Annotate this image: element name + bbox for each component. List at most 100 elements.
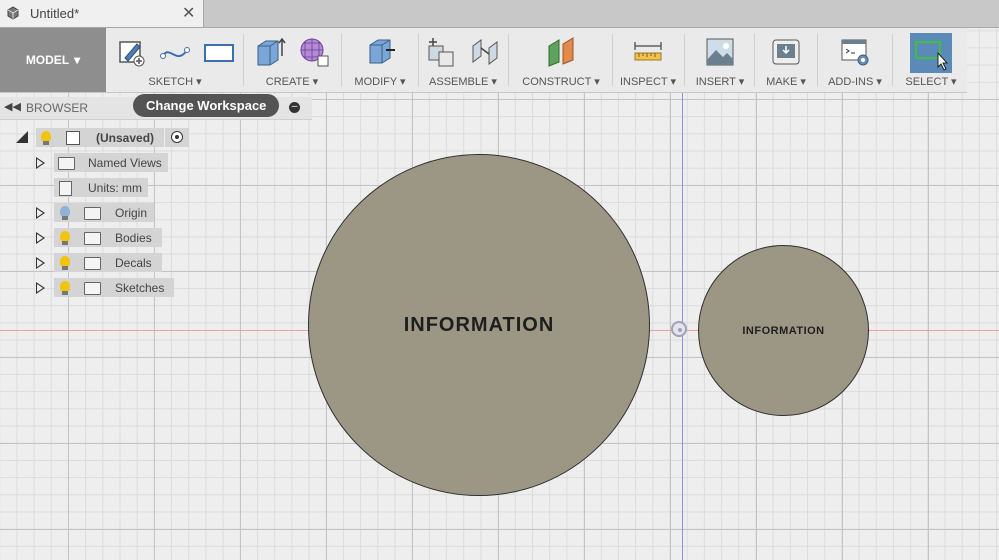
expand-named-views-icon[interactable] [36,157,45,169]
toolbar-separator [612,34,613,86]
toolbar-separator [243,34,244,86]
inspect-group: INSPECT ▾ [615,28,681,92]
browser-root-node[interactable]: (Unsaved) [36,128,164,147]
press-pull-icon[interactable] [364,36,396,68]
create-group: CREATE ▾ [246,28,338,92]
insert-image-icon[interactable] [704,36,736,68]
new-component-icon[interactable] [425,36,457,68]
make-menu-button[interactable]: MAKE ▾ [757,75,815,88]
workspace-switcher-button[interactable]: MODEL ▾ [0,28,106,92]
create-label: CREATE [265,76,310,88]
small-disk-text: INFORMATION [742,324,825,337]
construct-label: CONSTRUCT [522,76,592,88]
modify-label: MODIFY [354,76,397,88]
browser-node-units[interactable]: Units: mm [54,178,148,197]
node-label: Sketches [115,281,165,295]
construct-menu-button[interactable]: CONSTRUCT ▾ [511,75,611,88]
sketch-label: SKETCH [148,76,194,88]
folder-icon [84,232,101,245]
sketch-menu-button[interactable]: SKETCH ▾ [110,75,240,88]
offset-plane-icon[interactable] [545,36,577,68]
browser-node-origin[interactable]: Origin [54,203,154,222]
expand-origin-icon[interactable] [36,207,45,219]
root-label: (Unsaved) [96,131,155,145]
add-ins-group: ADD-INS ▾ [820,28,890,92]
insert-group: INSERT ▾ [688,28,752,92]
joint-icon[interactable] [469,36,501,68]
select-icon[interactable] [910,33,952,73]
collapse-root-icon[interactable] [16,131,28,143]
visibility-bulb-off-icon[interactable] [60,206,70,220]
change-workspace-tooltip: Change Workspace [133,94,280,117]
large-disk-text: INFORMATION [403,313,555,336]
create-menu-button[interactable]: CREATE ▾ [246,75,338,88]
create-sketch-icon[interactable] [115,36,147,68]
select-menu-button[interactable]: SELECT ▾ [896,75,966,88]
node-label: Origin [115,206,148,220]
component-icon [66,131,80,145]
inspect-menu-button[interactable]: INSPECT ▾ [615,75,681,88]
extrude-icon[interactable] [254,36,286,68]
units-document-icon [59,181,72,196]
document-title: Untitled* [30,6,80,21]
inspect-label: INSPECT [619,76,668,88]
construct-group: CONSTRUCT ▾ [511,28,611,92]
toolbar-separator [684,34,685,86]
add-ins-menu-button[interactable]: ADD-INS ▾ [820,75,890,88]
folder-icon [84,257,101,270]
browser-node-sketches[interactable]: Sketches [54,278,174,297]
folder-icon [84,282,101,295]
insert-menu-button[interactable]: INSERT ▾ [688,75,752,88]
node-label: Decals [115,256,152,270]
node-label: Named Views [88,156,162,170]
visibility-bulb-icon[interactable] [60,281,70,295]
visibility-bulb-icon[interactable] [60,256,70,270]
node-label: Bodies [115,231,152,245]
workspace-label: MODEL [25,53,70,67]
document-icon [7,6,19,20]
minimize-browser-icon[interactable]: – [289,102,300,113]
z-axis-line [682,25,683,560]
scripts-addins-icon[interactable] [839,36,871,68]
insert-label: INSERT [695,76,736,88]
browser-title: BROWSER [26,101,89,115]
toolbar-separator [892,34,893,86]
main-toolbar: MODEL ▾ SKETCH ▾ CREATE ▾ MODIFY ▾ ASSEM… [0,28,967,93]
document-tab-bar: Untitled* ✕ [0,0,999,28]
assemble-label: ASSEMBLE [429,76,489,88]
rectangle-sketch-icon[interactable] [203,36,235,68]
modify-menu-button[interactable]: MODIFY ▾ [344,75,416,88]
origin-point-icon[interactable] [671,321,687,337]
browser-node-bodies[interactable]: Bodies [54,228,162,247]
small-disk-body[interactable]: INFORMATION [698,245,869,416]
visibility-bulb-icon[interactable] [60,231,70,245]
assemble-menu-button[interactable]: ASSEMBLE ▾ [421,75,505,88]
sketch-group: SKETCH ▾ [110,28,240,92]
folder-icon [58,157,75,170]
browser-node-named-views[interactable]: Named Views [54,153,168,172]
activate-radio-icon[interactable] [165,128,189,147]
spline-icon[interactable] [159,36,191,68]
make-label: MAKE [766,76,798,88]
document-tab[interactable]: Untitled* ✕ [0,0,204,27]
toolbar-separator [754,34,755,86]
toolbar-separator [341,34,342,86]
browser-node-decals[interactable]: Decals [54,253,162,272]
expand-sketches-icon[interactable] [36,282,45,294]
expand-bodies-icon[interactable] [36,232,45,244]
folder-icon [84,207,101,220]
collapse-browser-icon[interactable]: ◀◀ [4,100,21,113]
measure-icon[interactable] [632,36,664,68]
select-group: SELECT ▾ [896,28,966,92]
3d-print-icon[interactable] [770,36,802,68]
visibility-bulb-icon[interactable] [41,131,51,145]
close-tab-icon[interactable]: ✕ [182,3,195,23]
form-icon[interactable] [298,36,330,68]
large-disk-body[interactable]: INFORMATION [308,154,650,496]
make-group: MAKE ▾ [757,28,815,92]
assemble-group: ASSEMBLE ▾ [421,28,505,92]
expand-decals-icon[interactable] [36,257,45,269]
toolbar-separator [817,34,818,86]
node-label: Units: mm [88,181,142,195]
chevron-down-icon: ▾ [74,53,81,67]
